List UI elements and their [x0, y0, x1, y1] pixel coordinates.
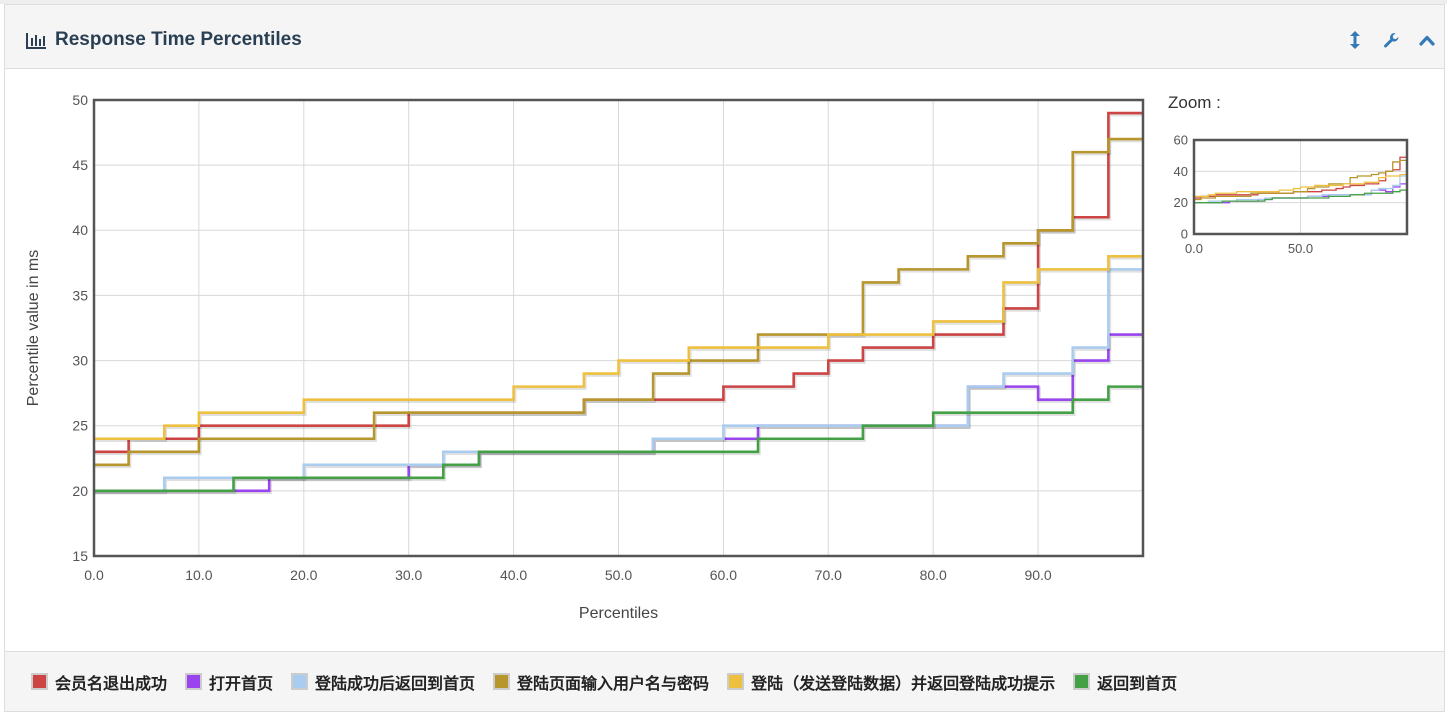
chevron-up-icon[interactable] [1418, 31, 1436, 49]
legend-label: 登陆成功后返回到首页 [315, 673, 476, 693]
legend-label: 登陆页面输入用户名与密码 [517, 673, 710, 693]
bar-chart-icon [25, 31, 47, 49]
zoom-y-tick-label: 0 [1181, 227, 1188, 242]
zoom-x-tick-label: 0.0 [1185, 241, 1203, 256]
legend-swatch [31, 673, 48, 690]
panel-title-wrap: Response Time Percentiles [25, 30, 302, 50]
legend-swatch [185, 673, 203, 690]
zoom-y-tick-label: 40 [1174, 164, 1188, 179]
legend-label: 打开首页 [209, 673, 274, 693]
legend-label: 会员名退出成功 [55, 673, 168, 693]
panel-title: Response Time Percentiles [55, 29, 302, 50]
legend-item[interactable]: 登陆成功后返回到首页 [291, 670, 475, 694]
panel-header: Response Time Percentiles [5, 5, 1444, 69]
chart-legend: 会员名退出成功 打开首页 登陆成功后返回到首页 登陆页面输入用户名与密码 登陆（发送登陆… [5, 651, 1444, 711]
legend-swatch [727, 673, 745, 690]
zoom-label: Zoom : [1168, 93, 1221, 112]
zoom-group: 0.0 50.0 0 20 40 60 [1174, 133, 1409, 256]
legend-item[interactable]: 会员名退出成功 [31, 670, 167, 694]
legend-label: 登陆（发送登陆数据）并返回登陆成功提示 [751, 673, 1056, 693]
zoom-chart[interactable]: 0.0 50.0 0 20 40 60 [5, 69, 1444, 651]
zoom-y-tick-label: 60 [1174, 133, 1188, 148]
legend-label: 返回到首页 [1097, 673, 1178, 693]
zoom-y-tick-label: 20 [1174, 195, 1188, 210]
legend-swatch [1073, 673, 1091, 690]
legend-item[interactable]: 登陆（发送登陆数据）并返回登陆成功提示 [727, 670, 1055, 694]
zoom-x-tick-label: 50.0 [1288, 241, 1313, 256]
wrench-icon[interactable] [1382, 31, 1400, 49]
legend-swatch [493, 673, 511, 690]
legend-item[interactable]: 打开首页 [185, 670, 273, 694]
legend-swatch [291, 673, 309, 690]
chart-area: 0.0 10.0 20.0 30.0 40.0 50.0 60.0 70.0 80.0 90.0 1… [5, 69, 1444, 651]
response-time-panel: Response Time Percentiles 0.0 10.0 20.0 30.… [4, 4, 1445, 712]
legend-item[interactable]: 返回到首页 [1073, 670, 1177, 694]
resize-vertical-icon[interactable] [1346, 31, 1364, 49]
panel-tools [1346, 31, 1436, 49]
legend-item[interactable]: 登陆页面输入用户名与密码 [493, 670, 709, 694]
